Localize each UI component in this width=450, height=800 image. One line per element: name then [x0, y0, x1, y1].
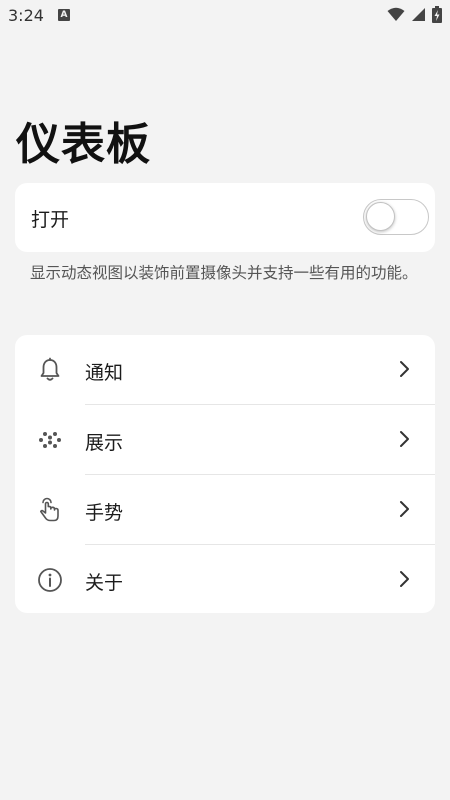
menu-item-label: 通知	[85, 362, 124, 384]
menu-item-about[interactable]: 关于	[15, 545, 435, 613]
dots-grid-icon	[39, 432, 61, 448]
menu-item-notifications[interactable]: 通知	[15, 335, 435, 404]
info-icon	[38, 568, 62, 592]
chevron-right-icon	[400, 571, 409, 587]
notification-a-icon: A	[58, 9, 70, 21]
battery-charging-icon	[432, 6, 442, 23]
hand-pointer-icon	[40, 497, 59, 522]
menu-item-label: 手势	[85, 502, 124, 524]
enable-toggle-card[interactable]: 打开	[15, 183, 435, 252]
status-time: 3:24	[8, 6, 44, 25]
status-icons	[387, 6, 442, 23]
toggle-label: 打开	[31, 209, 70, 231]
menu-item-label: 展示	[85, 432, 124, 454]
feature-description: 显示动态视图以装饰前置摄像头并支持一些有用的功能。	[30, 264, 418, 282]
menu-item-display[interactable]: 展示	[15, 405, 435, 474]
settings-menu: 通知 展示 手势 关于	[15, 335, 435, 613]
chevron-right-icon	[400, 431, 409, 447]
cellular-signal-icon	[412, 8, 425, 21]
wifi-icon	[387, 7, 405, 21]
chevron-right-icon	[400, 361, 409, 377]
enable-toggle-switch[interactable]	[363, 199, 429, 235]
menu-item-label: 关于	[85, 572, 124, 594]
toggle-knob	[366, 202, 395, 231]
bell-icon	[40, 357, 60, 381]
menu-item-gestures[interactable]: 手势	[15, 475, 435, 544]
chevron-right-icon	[400, 501, 409, 517]
status-bar: 3:24 A	[0, 0, 450, 32]
page-title: 仪表板	[16, 119, 151, 170]
